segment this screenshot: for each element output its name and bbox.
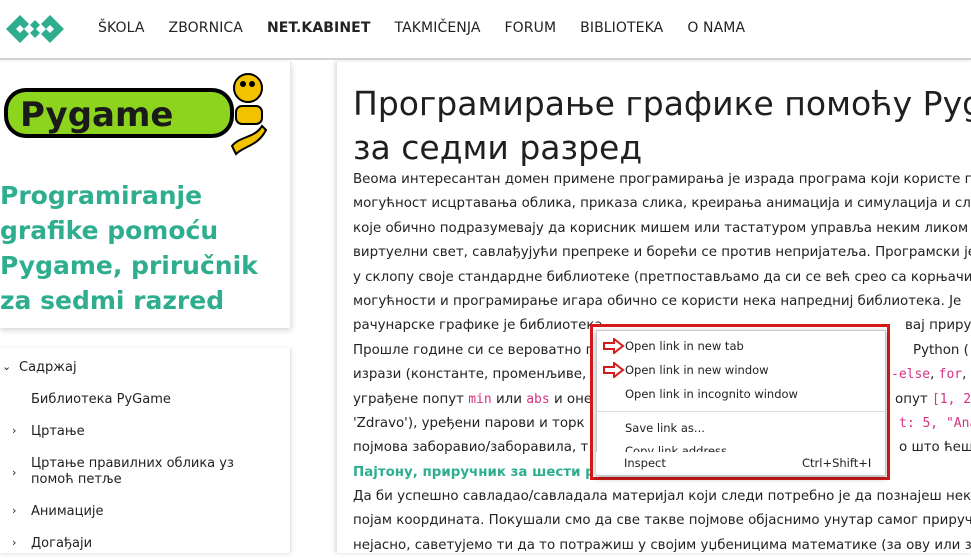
ctx-label: Open link in new window bbox=[625, 363, 769, 377]
page-title-line-2: за седми разред bbox=[353, 128, 643, 167]
page-title-line-1: Програмирање графике помоћу Pyg bbox=[353, 84, 971, 123]
chevron-right-icon: › bbox=[12, 536, 17, 549]
main-menu: ŠKOLA ZBORNICA NET.KABINET TAKMIČENJA FO… bbox=[98, 20, 769, 40]
ctx-label: Open link in new tab bbox=[625, 339, 744, 353]
paragraph-line: у склопу своје стандардне библиотеке (пр… bbox=[353, 269, 971, 285]
chevron-down-icon: ⌄ bbox=[2, 360, 12, 373]
menu-divider bbox=[597, 411, 885, 412]
ctx-label: Inspect bbox=[624, 456, 666, 470]
toc-item-label: Анимације bbox=[31, 504, 104, 519]
paragraph-text: и оне bbox=[553, 391, 593, 407]
paragraph-text: појмова заборавио/заборавила, т bbox=[353, 440, 589, 456]
code-snippet: t: 5, "Ana" bbox=[899, 415, 971, 431]
book-card: Pygame Programiranje grafike pomoću Pyga… bbox=[0, 62, 291, 328]
toc-item-label: Садржај bbox=[19, 360, 77, 375]
paragraph-text: Прошле године си се вероватно п bbox=[353, 342, 595, 358]
paragraph-text: опут bbox=[895, 391, 928, 407]
paragraph-line: виртуелни свет, савлађујући препреке и б… bbox=[353, 245, 971, 261]
paragraph-text: о што ћеш bbox=[899, 440, 971, 456]
toc-item-label: Цртање bbox=[31, 424, 85, 439]
paragraph-text: Python ( bbox=[913, 342, 969, 358]
nav-item-takmicenja[interactable]: TAKMIČENJA bbox=[395, 20, 481, 40]
page-title: Програмирање графике помоћу Pyg за седми… bbox=[353, 82, 971, 170]
toc-item-label: Догађаји bbox=[31, 536, 93, 551]
ctx-inspect[interactable]: Inspect Ctrl+Shift+I bbox=[596, 452, 884, 474]
ctx-open-new-window[interactable]: Open link in new window bbox=[597, 359, 885, 381]
nav-item-zbornica[interactable]: ZBORNICA bbox=[169, 20, 243, 40]
top-navigation-bar: ŠKOLA ZBORNICA NET.KABINET TAKMIČENJA FO… bbox=[0, 0, 971, 60]
site-logo-icon[interactable] bbox=[0, 6, 70, 52]
pygame-logo-icon: Pygame bbox=[4, 73, 268, 156]
code-snippet: -else bbox=[891, 367, 931, 383]
ctx-label: Open link in incognito window bbox=[625, 387, 798, 401]
paragraph-text: или bbox=[495, 391, 522, 407]
toc-item-label: Библиотека PyGame bbox=[31, 392, 171, 407]
toc-item-label: Цртање правилних облика уз помоћ петље bbox=[31, 456, 234, 487]
paragraph-line: Да би успешно савладао/савладала материј… bbox=[353, 489, 971, 505]
table-of-contents: ⌄ Садржај Библиотека PyGame › Цртање › Ц… bbox=[0, 348, 291, 553]
paragraph-text: изрази (константе, променљиве, bbox=[353, 367, 587, 383]
nav-item-forum[interactable]: FORUM bbox=[505, 20, 557, 40]
nav-item-biblioteka[interactable]: BIBLIOTEKA bbox=[580, 20, 663, 40]
chevron-right-icon: › bbox=[12, 424, 17, 437]
nav-item-net-kabinet[interactable]: NET.KABINET bbox=[267, 20, 371, 40]
toc-item-crtanje-petlje[interactable]: › Цртање правилних облика уз помоћ петље bbox=[0, 456, 290, 492]
link-prirucnik-sesti-razred[interactable]: Пајтону, приручник за шести разр bbox=[353, 465, 621, 480]
paragraph-text: вај приручн bbox=[905, 318, 971, 334]
ctx-label: Save link as... bbox=[625, 421, 705, 435]
red-arrow-icon bbox=[603, 338, 625, 354]
red-arrow-icon bbox=[603, 362, 625, 378]
paragraph-line: које обично подразумевају да корисник ми… bbox=[353, 220, 969, 236]
ctx-save-link-as[interactable]: Save link as... bbox=[597, 417, 885, 439]
code-snippet: [1, 2, bbox=[931, 391, 971, 407]
paragraph-text: уграђене попут bbox=[353, 391, 464, 407]
svg-text:Pygame: Pygame bbox=[20, 95, 173, 135]
paragraph-line: нејасно, саветујемо ти да то потражиш у … bbox=[353, 537, 971, 553]
code-snippet: for bbox=[938, 367, 963, 383]
chevron-right-icon: › bbox=[12, 504, 17, 517]
code-snippet: abs bbox=[526, 391, 550, 407]
paragraph-text: 'Zdravo'), уређени парови и торк bbox=[353, 415, 585, 431]
paragraph-line: могућност исцртавања облика, приказа сли… bbox=[353, 196, 971, 212]
paragraph-line: могућности и програмирање игара обично с… bbox=[353, 293, 962, 309]
paragraph-line: појам координата. Покушали смо да све та… bbox=[353, 513, 971, 529]
paragraph-text: рачунарске графике је библиотека bbox=[353, 318, 603, 334]
code-snippet: min bbox=[468, 391, 492, 407]
paragraph-line: Веома интересантан домен примене програм… bbox=[353, 172, 971, 187]
nav-item-skola[interactable]: ŠKOLA bbox=[98, 20, 145, 40]
ctx-shortcut: Ctrl+Shift+I bbox=[802, 456, 872, 470]
book-title: Programiranje grafike pomoću Pygame, pri… bbox=[0, 181, 258, 315]
nav-item-o-nama[interactable]: O NAMA bbox=[687, 20, 745, 40]
ctx-open-new-tab[interactable]: Open link in new tab bbox=[597, 335, 885, 357]
chevron-right-icon: › bbox=[12, 466, 17, 479]
ctx-open-incognito[interactable]: Open link in incognito window bbox=[597, 383, 885, 405]
